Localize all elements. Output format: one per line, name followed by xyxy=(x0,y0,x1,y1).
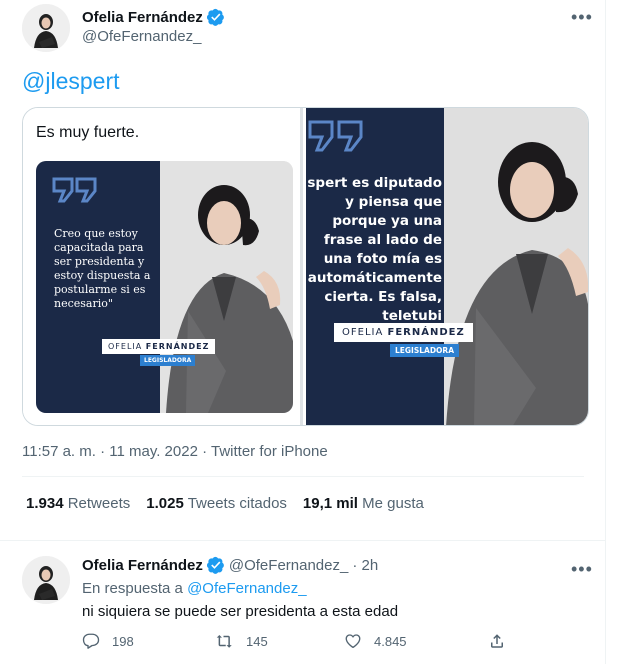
retweet-icon xyxy=(216,635,232,648)
large-name-first: OFELIA xyxy=(342,327,384,338)
large-quote-text: spert es diputado y piensa que porque ya… xyxy=(307,175,442,324)
author-avatar[interactable] xyxy=(22,4,70,52)
replying-label: En respuesta a xyxy=(82,580,183,597)
verified-badge-icon xyxy=(206,556,225,574)
quote-marks-icon xyxy=(308,120,364,152)
author-name-row: Ofelia Fernández xyxy=(82,8,225,26)
like-action[interactable]: 4.845 xyxy=(344,632,407,650)
tweet-detail: Ofelia Fernández @OfeFernandez_ ••• @jle… xyxy=(0,0,606,664)
heart-icon xyxy=(345,634,361,649)
reply-actions: 198 145 4.845 xyxy=(82,632,512,654)
verified-badge-icon xyxy=(206,8,225,26)
author-name[interactable]: Ofelia Fernández xyxy=(82,9,203,26)
like-count: 4.845 xyxy=(374,633,407,649)
stat-likes[interactable]: 19,1 mil Me gusta xyxy=(303,495,424,512)
tweet-media[interactable]: Es muy fuerte. Creo que estoy capacitada xyxy=(22,107,589,426)
retweet-action[interactable]: 145 xyxy=(216,632,268,650)
reply-header: Ofelia Fernández @OfeFernandez_ · 2h xyxy=(82,556,378,574)
reply-icon xyxy=(82,633,100,649)
small-name-first: OFELIA xyxy=(108,342,143,351)
reply-action[interactable]: 198 xyxy=(82,632,134,650)
reply-author-avatar[interactable] xyxy=(22,556,70,604)
small-name-last: FERNÁNDEZ xyxy=(145,342,210,351)
large-name-tag: OFELIA FERNÁNDEZ xyxy=(334,323,473,342)
media-divider xyxy=(300,108,303,425)
stat-retweets[interactable]: 1.934 Retweets xyxy=(26,495,130,512)
retweet-count: 145 xyxy=(246,633,268,649)
share-action[interactable] xyxy=(488,632,506,650)
large-role-tag: LEGISLADORA xyxy=(390,344,460,357)
stat-quote-tweets[interactable]: 1.025 Tweets citados xyxy=(146,495,287,512)
media-image-left[interactable]: Es muy fuerte. Creo que estoy capacitada xyxy=(23,108,303,425)
tweet-stats: 1.934 Retweets 1.025 Tweets citados 19,1… xyxy=(26,495,424,512)
tweet-mention-link[interactable]: @jlespert xyxy=(22,68,120,95)
small-role-tag: LEGISLADORA xyxy=(140,355,196,366)
divider xyxy=(0,540,606,541)
more-icon[interactable]: ••• xyxy=(571,8,593,26)
divider xyxy=(22,476,584,477)
reply-author-handle[interactable]: @OfeFernandez_ xyxy=(229,557,348,574)
small-quote-text: Creo que estoy capacitada para ser presi… xyxy=(54,227,151,310)
media-image-right[interactable]: spert es diputado y piensa que porque ya… xyxy=(306,108,588,425)
share-icon xyxy=(491,634,503,648)
author-handle[interactable]: @OfeFernandez_ xyxy=(82,28,201,45)
reply-time[interactable]: · 2h xyxy=(352,557,378,574)
quote-card-small: Creo que estoy capacitada para ser presi… xyxy=(36,161,293,413)
reply-author-name[interactable]: Ofelia Fernández xyxy=(82,557,203,574)
more-icon[interactable]: ••• xyxy=(571,560,593,578)
small-name-tag: OFELIA FERNÁNDEZ xyxy=(102,339,216,354)
replying-handle-link[interactable]: @OfeFernandez_ xyxy=(187,580,306,597)
quote-marks-icon xyxy=(52,177,98,203)
reply-text: ni siquiera se puede ser presidenta a es… xyxy=(82,603,399,620)
embedded-caption: Es muy fuerte. xyxy=(36,124,140,141)
tweet-timestamp[interactable]: 11:57 a. m. · 11 may. 2022 · Twitter for… xyxy=(22,443,328,460)
large-name-last: FERNÁNDEZ xyxy=(387,327,465,338)
replying-to: En respuesta a @OfeFernandez_ xyxy=(82,580,307,597)
reply-count: 198 xyxy=(112,633,134,649)
